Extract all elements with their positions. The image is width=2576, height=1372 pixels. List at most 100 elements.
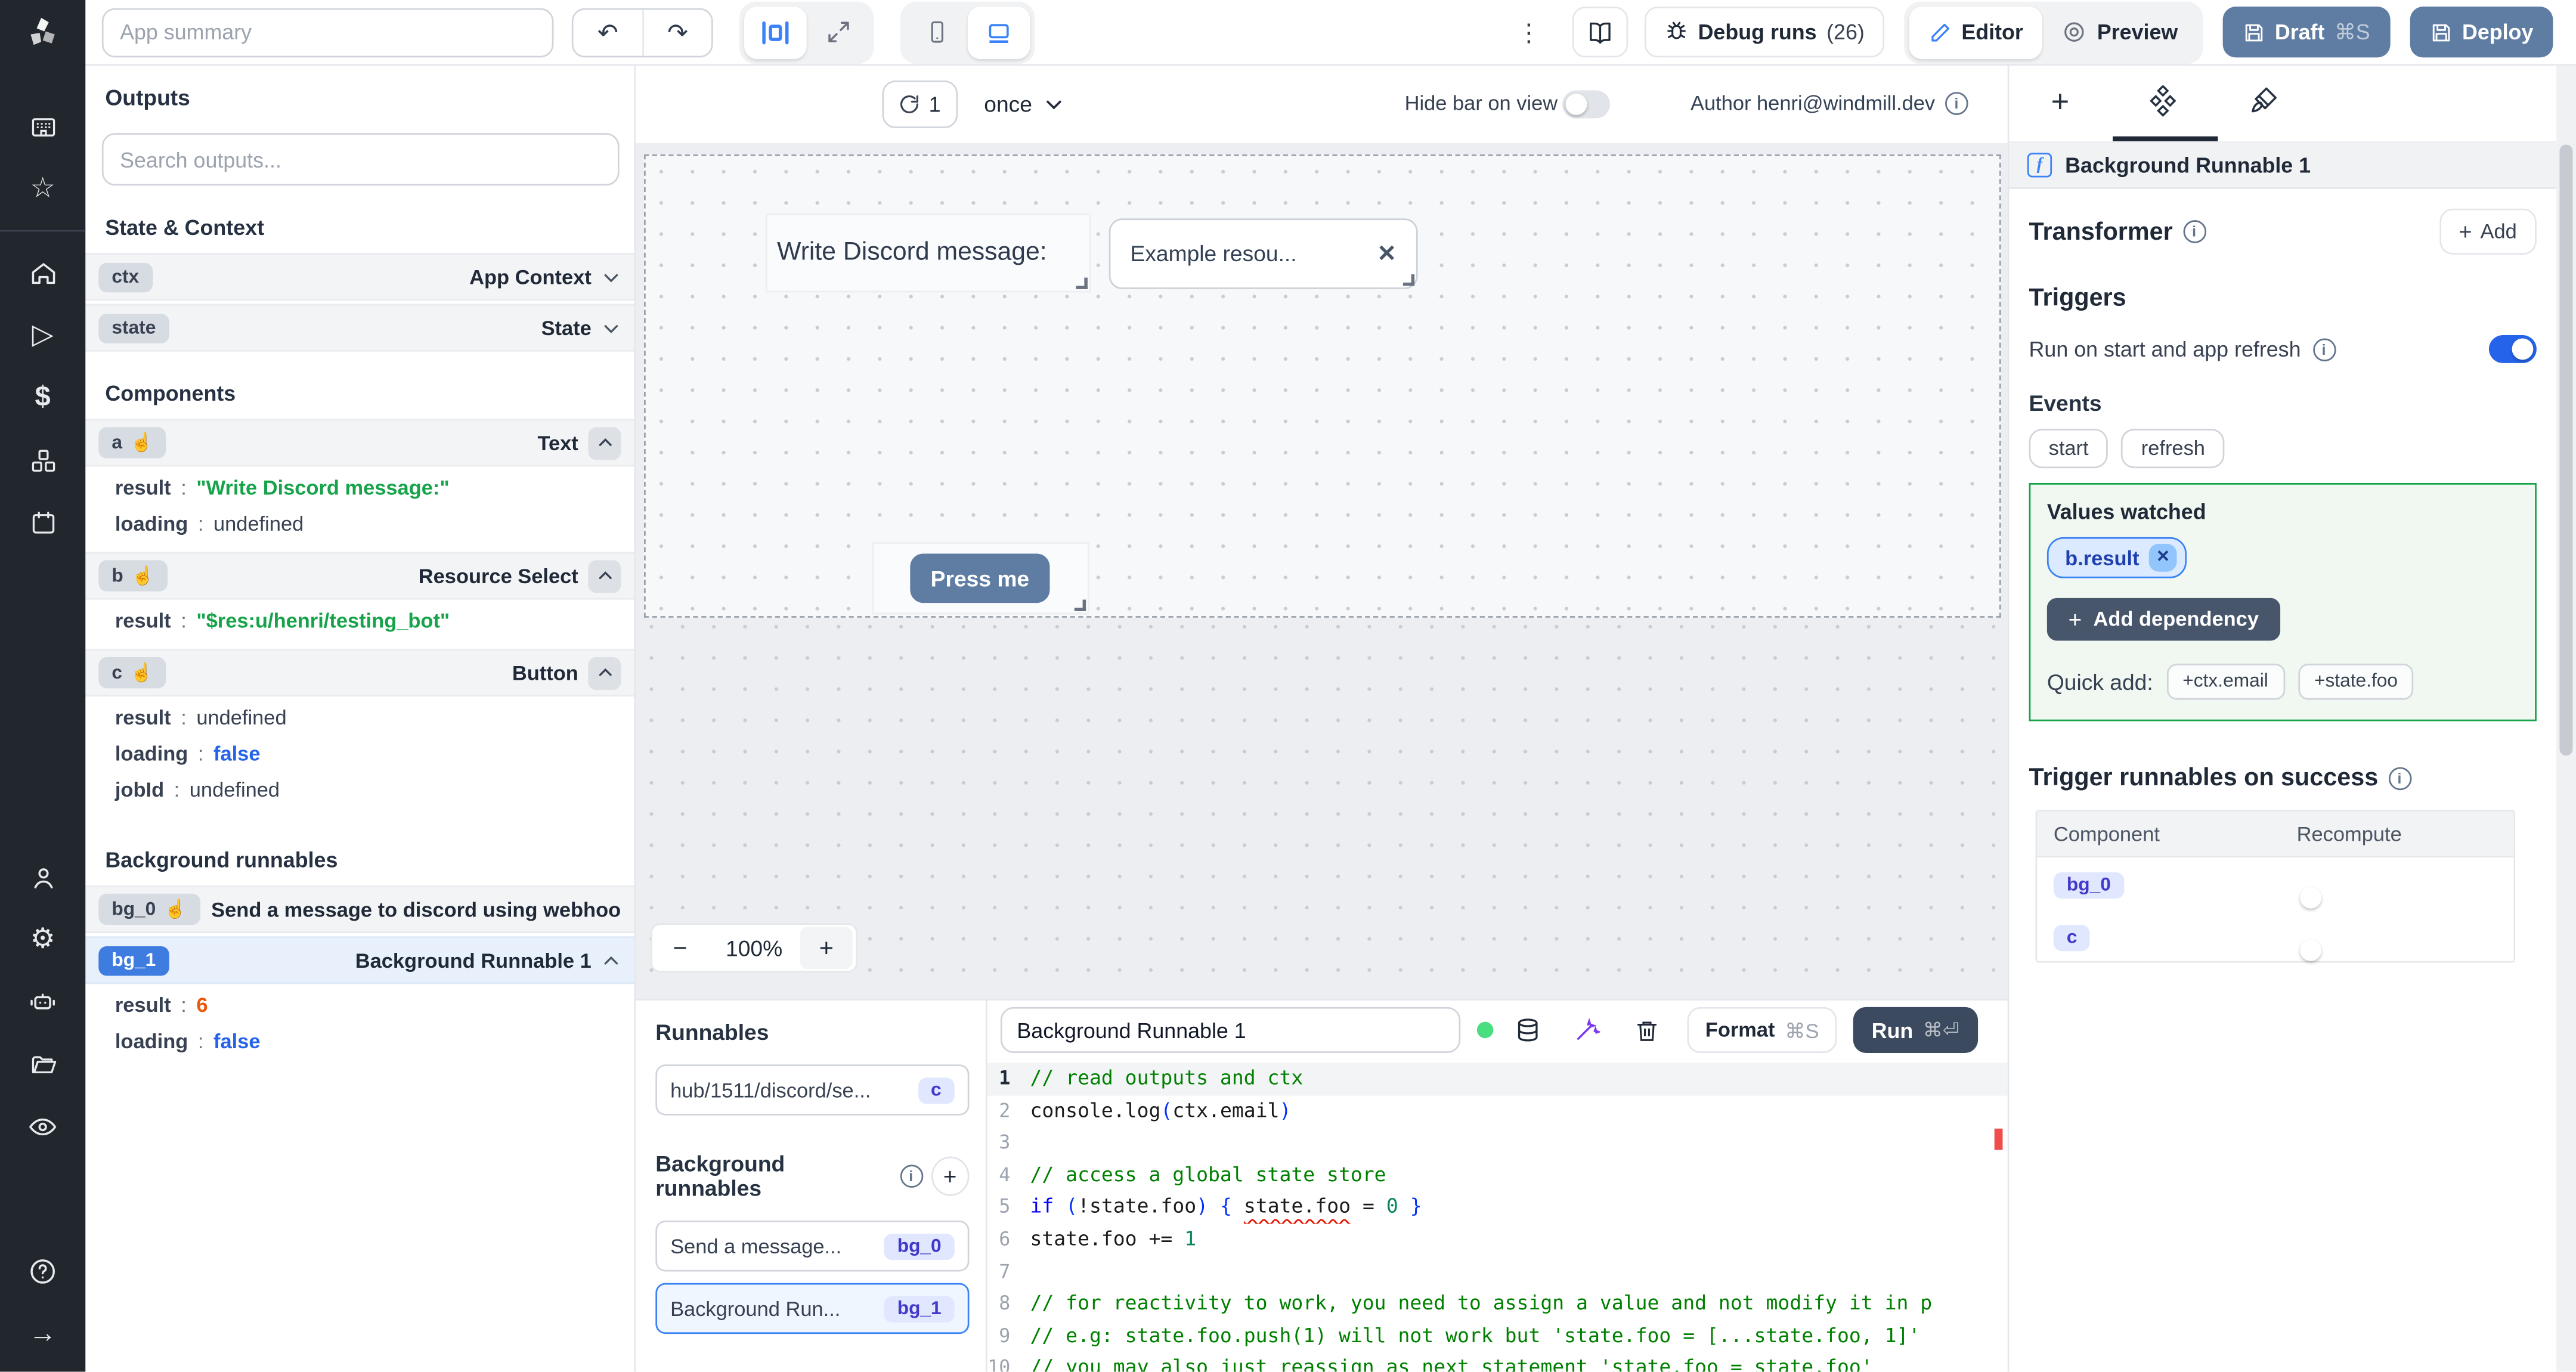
tab-editor[interactable]: Editor [1909, 5, 2043, 58]
bg1-row-selected[interactable]: bg_1 Background Runnable 1 [85, 936, 634, 984]
user-icon[interactable] [0, 846, 85, 909]
code-line[interactable]: 8// for reactivity to work, you need to … [987, 1288, 2008, 1320]
code-line[interactable]: 5 if (!state.foo) { state.foo = 0 } [987, 1191, 2008, 1224]
tab-styling[interactable] [2213, 85, 2315, 115]
tab-component-settings[interactable] [2111, 85, 2213, 117]
info-icon[interactable]: i [2312, 337, 2336, 361]
code-line[interactable]: 2 console.log(ctx.email) [987, 1095, 2008, 1128]
resize-handle[interactable] [1074, 599, 1086, 611]
component-row-a[interactable]: a ☝ Text [85, 419, 634, 467]
resource-select-component[interactable]: Example resou... ✕ [1109, 218, 1418, 289]
tab-preview[interactable]: Preview [2043, 6, 2197, 58]
schedule-dropdown[interactable]: once [984, 80, 1065, 128]
zoom-out-button[interactable]: − [652, 934, 708, 962]
debug-runs-button[interactable]: Debug runs (26) [1643, 7, 1884, 58]
runnable-item-bg1-selected[interactable]: Background Run... bg_1 [655, 1283, 970, 1334]
info-icon[interactable]: i [1945, 92, 1968, 115]
more-menu-button[interactable]: ⋮ [1509, 17, 1549, 47]
code-line[interactable]: 10// you may also just reassign as next … [987, 1352, 2008, 1372]
schedules-icon[interactable] [0, 491, 85, 554]
runnable-item-bg0[interactable]: Send a message... bg_0 [655, 1221, 970, 1272]
ai-wand-icon[interactable] [1562, 1017, 1612, 1043]
add-bg-runnable-button[interactable]: + [930, 1156, 970, 1196]
variables-icon[interactable]: $ [0, 366, 85, 429]
hide-bar-toggle[interactable] [1562, 90, 1610, 119]
collapse-arrow-icon[interactable]: → [0, 1303, 85, 1365]
collapse-chevron-button[interactable] [588, 656, 621, 689]
windmill-logo[interactable] [0, 0, 85, 66]
outputs-panel: Outputs State & Context ctx App Context … [85, 66, 636, 1372]
redo-button[interactable]: ↷ [642, 9, 711, 55]
help-icon[interactable] [0, 1240, 85, 1303]
desktop-view-button[interactable] [967, 5, 1030, 58]
clear-select-icon[interactable]: ✕ [1377, 240, 1397, 268]
runs-icon[interactable]: ▷ [0, 304, 85, 367]
code-line[interactable]: 3 [987, 1128, 2008, 1160]
quick-add-state-foo[interactable]: +state.foo [2298, 664, 2414, 700]
chevron-down-icon[interactable] [601, 267, 621, 287]
collapse-chevron-button[interactable] [588, 559, 621, 593]
full-width-button[interactable] [807, 6, 869, 58]
bg0-row[interactable]: bg_0 ☝ Send a message to discord using we… [85, 885, 634, 933]
home-icon[interactable] [0, 241, 85, 304]
settings-gear-icon[interactable]: ⚙ [0, 909, 85, 971]
centered-layout-button[interactable] [744, 5, 807, 58]
button-component-wrapper[interactable]: Press me [874, 543, 1088, 613]
component-row-c[interactable]: c ☝ Button [85, 649, 634, 697]
mobile-view-button[interactable] [905, 6, 968, 58]
workers-robot-icon[interactable] [0, 971, 85, 1033]
app-summary-input[interactable] [101, 7, 554, 57]
workspace-icon[interactable] [0, 95, 85, 158]
tab-editor-label: Editor [1961, 20, 2023, 45]
code-line[interactable]: 6 state.foo += 1 [987, 1224, 2008, 1256]
run-on-start-toggle[interactable] [2488, 335, 2537, 363]
code-line[interactable]: 7 [987, 1256, 2008, 1288]
runnable-item-c[interactable]: hub/1511/discord/se... c [655, 1064, 970, 1116]
info-icon[interactable]: i [2182, 220, 2206, 243]
deploy-button[interactable]: Deploy [2409, 7, 2553, 58]
resources-icon[interactable] [0, 429, 85, 491]
draft-button[interactable]: Draft ⌘S [2222, 7, 2390, 58]
audit-eye-icon[interactable] [0, 1096, 85, 1159]
component-row-b[interactable]: b ☝ Resource Select [85, 552, 634, 600]
favorites-star-icon[interactable]: ☆ [0, 157, 85, 220]
text-component[interactable]: Write Discord message: [767, 215, 1089, 291]
search-outputs-input[interactable] [101, 133, 620, 186]
format-button[interactable]: Format ⌘S [1687, 1006, 1837, 1054]
folders-icon[interactable] [0, 1033, 85, 1096]
info-icon[interactable]: i [2388, 766, 2411, 789]
bg0-label: Send a message to discord using webhoo [211, 897, 621, 921]
delete-trash-icon[interactable] [1621, 1018, 1671, 1042]
select-value: Example resou... [1130, 241, 1297, 267]
app-canvas[interactable]: Write Discord message: Example resou... … [636, 143, 2008, 999]
undo-button[interactable]: ↶ [573, 9, 643, 55]
scrollbar-thumb[interactable] [2559, 144, 2573, 756]
output-row-ctx[interactable]: ctx App Context [85, 253, 634, 301]
code-line[interactable]: 4// access a global state store [987, 1159, 2008, 1191]
docs-book-button[interactable] [1571, 7, 1628, 58]
resize-handle[interactable] [1076, 277, 1088, 289]
add-transformer-button[interactable]: + Add [2439, 208, 2537, 255]
run-button[interactable]: Run ⌘⏎ [1853, 1006, 1977, 1054]
collapse-chevron-button[interactable] [588, 426, 621, 460]
info-icon[interactable]: i [899, 1165, 923, 1188]
tab-add-component[interactable]: + [2009, 85, 2111, 122]
add-dependency-button[interactable]: + Add dependency [2046, 597, 2280, 641]
code-area[interactable]: 1// read outputs and ctx 2 console.log(ctx… [987, 1060, 2008, 1372]
code-line[interactable]: 1// read outputs and ctx [987, 1063, 2008, 1095]
output-row-state[interactable]: state State [85, 303, 634, 352]
app-grid-zone[interactable]: Write Discord message: Example resou... … [643, 154, 2001, 618]
runnable-name-input[interactable] [1000, 1006, 1461, 1054]
chevron-up-icon[interactable] [601, 950, 621, 970]
remove-dependency-icon[interactable]: ✕ [2149, 543, 2177, 572]
quick-add-ctx-email[interactable]: +ctx.email [2166, 664, 2285, 700]
press-me-button[interactable]: Press me [910, 553, 1050, 603]
code-line[interactable]: 9// e.g: state.foo.push(1) will not work… [987, 1320, 2008, 1352]
zoom-in-button[interactable]: + [800, 926, 853, 970]
values-watched-title: Values watched [2046, 499, 2206, 524]
chevron-down-icon[interactable] [601, 318, 621, 337]
page-scrollbar[interactable] [2556, 66, 2576, 1372]
cache-database-icon[interactable] [1503, 1017, 1553, 1043]
resize-handle[interactable] [1402, 274, 1415, 286]
refresh-count-button[interactable]: 1 [882, 80, 958, 128]
